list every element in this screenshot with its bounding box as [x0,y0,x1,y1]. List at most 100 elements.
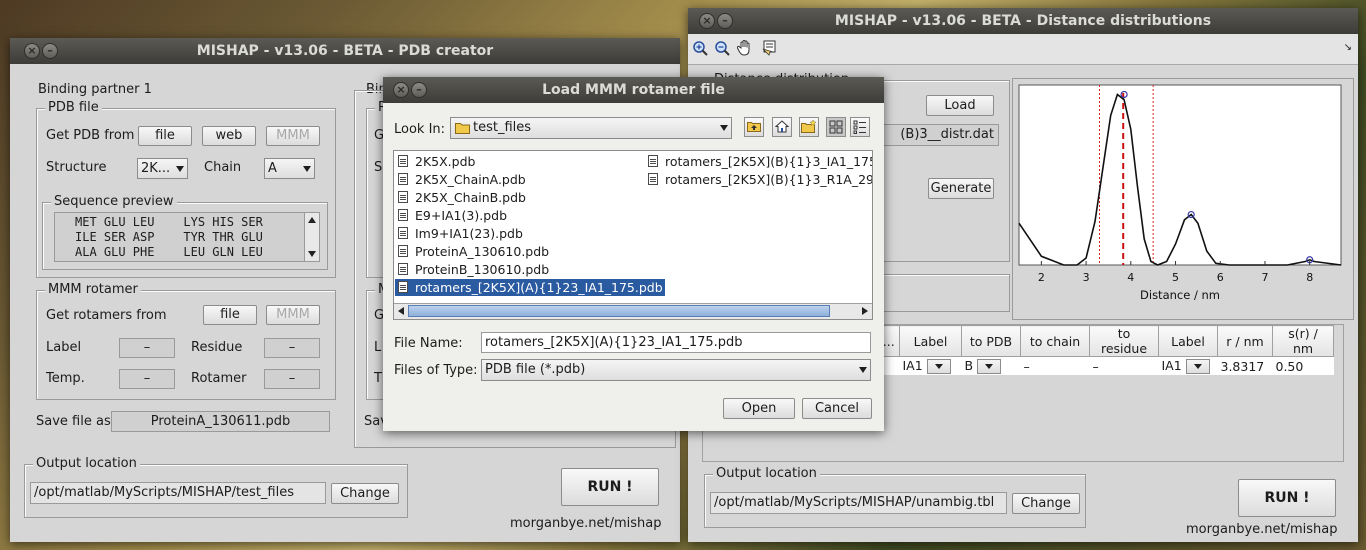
run-button[interactable]: RUN ! [561,468,659,506]
window-title: MISHAP - v13.06 - BETA - Distance distri… [688,8,1358,34]
file-name: ProteinB_130610.pdb [415,262,550,277]
list-item[interactable]: E9+IA1(3).pdb [395,207,507,224]
table-cell[interactable]: – [1020,356,1090,375]
col-header[interactable]: Label [1158,325,1218,357]
list-view-icon[interactable] [826,117,846,137]
file-name: ProteinA_130610.pdb [415,244,550,259]
zoom-in-icon[interactable] [692,40,709,57]
get-pdb-from-label: Get PDB from [46,128,135,143]
list-item[interactable]: 2K5X_ChainA.pdb [395,171,526,188]
list-item-selected[interactable]: rotamers_[2K5X](A){1}23_IA1_175.pdb [395,279,665,296]
open-button[interactable]: Open [723,398,795,419]
change-button[interactable]: Change [1012,493,1080,514]
generate-button[interactable]: Generate [928,178,994,199]
scroll-left-icon[interactable] [398,307,404,315]
col-header[interactable]: to chain [1020,325,1090,357]
list-item[interactable]: ProteinA_130610.pdb [395,243,549,260]
footer-link[interactable]: morganbye.net/mishap [510,516,662,531]
run-button[interactable]: RUN ! [1238,479,1336,517]
up-folder-icon[interactable] [744,117,764,137]
x-axis-label: Distance / nm [1140,288,1220,302]
data-cursor-icon[interactable] [761,39,779,57]
col-header[interactable]: to PDB [961,325,1021,357]
scroll-right-icon[interactable] [862,307,868,315]
list-item[interactable]: rotamers_[2K5X](B){1}3_R1A_298.p [645,171,872,188]
pdb-web-button[interactable]: web [202,126,256,146]
list-item[interactable]: rotamers_[2K5X](B){1}3_IA1_175.pdb [645,153,872,170]
label-field: – [119,338,175,358]
table-cell[interactable]: 0.50 [1272,356,1334,375]
home-icon[interactable] [772,117,792,137]
scroll-thumb[interactable] [408,305,830,317]
output-path-field[interactable]: /opt/matlab/MyScripts/MISHAP/test_files [30,482,326,504]
table-cell-pdb[interactable]: B [961,356,1021,375]
table-cell-label2[interactable]: IA1 [1158,356,1218,375]
close-icon[interactable]: × [24,43,40,59]
chevron-down-icon[interactable] [977,359,1002,374]
minimize-icon[interactable]: – [42,43,58,59]
pdb-mmm-button[interactable]: MMM [266,126,320,146]
look-in-label: Look In: [394,122,446,137]
file-list[interactable]: 2K5X.pdb 2K5X_ChainA.pdb 2K5X_ChainB.pdb… [393,150,873,320]
files-of-type-select[interactable]: PDB file (*.pdb) [481,359,871,381]
file-name-input[interactable]: rotamers_[2K5X](A){1}23_IA1_175.pdb [481,332,871,353]
cancel-button[interactable]: Cancel [802,398,872,419]
minimize-icon[interactable]: – [717,13,733,29]
output-location-label: Output location [713,466,820,481]
look-in-select[interactable]: test_files [450,117,732,139]
file-name: rotamers_[2K5X](A){1}23_IA1_175.pdb [415,280,663,295]
file-name-label: File Name: [394,336,463,351]
chevron-down-icon[interactable] [926,359,951,374]
file-name: 2K5X_ChainA.pdb [415,172,526,187]
save-file-field[interactable]: ProteinA_130611.pdb [111,411,330,432]
plot-panel: 2 3 4 5 6 7 8 Distance / nm [1012,78,1354,320]
list-item[interactable]: 2K5X_ChainB.pdb [395,189,526,206]
rotamer-mmm-button[interactable]: MMM [266,305,320,325]
col-header[interactable]: to residue [1089,325,1159,357]
chevron-down-icon [720,125,728,131]
col-header[interactable]: s(r) / nm [1272,325,1334,357]
close-icon[interactable]: × [393,82,409,98]
table-cell-label[interactable]: IA1 [899,356,962,375]
col-header[interactable]: Label [899,325,962,357]
table-row[interactable]: IA1 B – – IA1 3.8317 0.50 [874,356,1334,375]
pan-hand-icon[interactable] [737,39,754,57]
list-item[interactable]: 2K5X.pdb [395,153,475,170]
table-cell[interactable]: 3.8317 [1217,356,1273,375]
residue-label: Residue [191,340,243,355]
window-title: MISHAP - v13.06 - BETA - PDB creator [10,38,680,64]
chain-select[interactable]: A [264,158,315,179]
new-folder-icon[interactable] [799,117,819,137]
list-item[interactable]: Im9+IA1(23).pdb [395,225,523,242]
look-in-value: test_files [473,120,532,135]
file-icon [398,173,408,185]
output-path-field[interactable]: /opt/matlab/MyScripts/MISHAP/unambig.tbl [710,492,1007,514]
partner-2-temp-label: T [374,371,382,386]
chevron-down-icon[interactable] [1185,359,1210,374]
change-button[interactable]: Change [331,483,399,504]
x-tick-label: 6 [1217,271,1224,284]
sequence-scrollbar[interactable] [304,213,319,261]
close-icon[interactable]: × [699,13,715,29]
structure-label: Structure [46,160,107,175]
label-value: IA1 [902,358,923,373]
table-cell[interactable]: – [1089,356,1159,375]
scroll-down-icon[interactable] [308,251,316,257]
pdb-file-button[interactable]: file [138,126,192,146]
corner-arrow-icon: ↘ [1343,42,1352,53]
scroll-up-icon[interactable] [308,217,316,223]
file-icon [398,191,408,203]
rotamer-file-button[interactable]: file [203,305,257,325]
zoom-out-icon[interactable] [714,40,731,57]
list-item[interactable]: ProteinB_130610.pdb [395,261,549,278]
load-button[interactable]: Load [926,95,994,116]
footer-link[interactable]: morganbye.net/mishap [1186,522,1338,537]
horizontal-scrollbar[interactable] [394,303,872,319]
temp-field: – [119,369,175,389]
x-tick-label: 7 [1261,271,1268,284]
minimize-icon[interactable]: – [411,82,427,98]
partner-2-structure-label: S [374,160,383,175]
structure-select[interactable]: 2K... [137,158,188,179]
details-view-icon[interactable] [850,117,870,137]
col-header[interactable]: r / nm [1217,325,1273,357]
